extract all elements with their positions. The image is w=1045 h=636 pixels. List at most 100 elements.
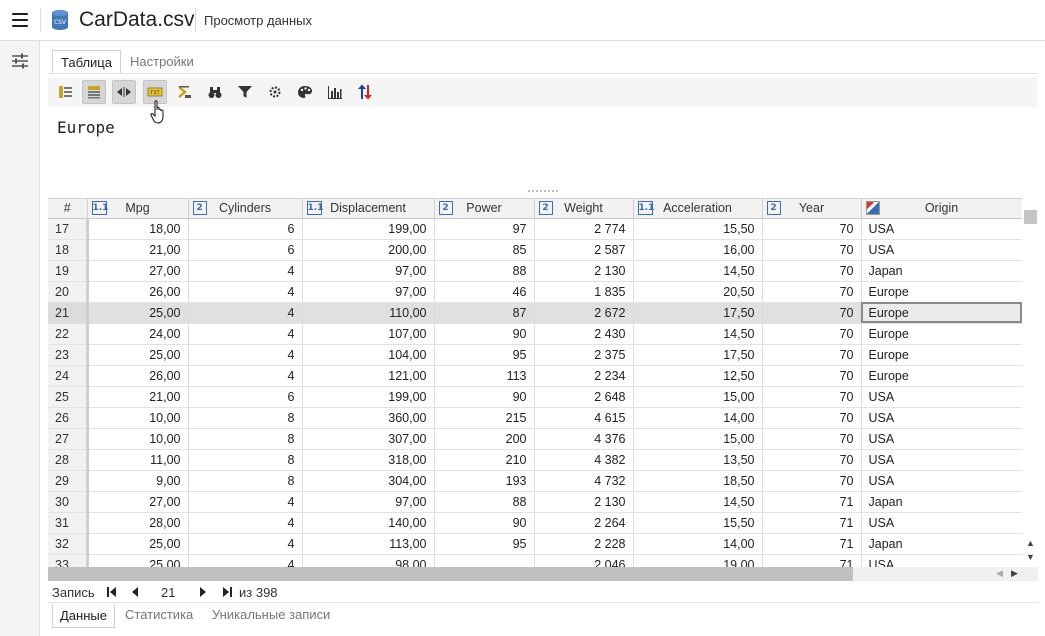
table-cell[interactable]: 88 — [434, 260, 535, 282]
table-row[interactable]: 22 24,00 4 107,00 90 2 430 14,50 70 Europe — [48, 323, 1023, 345]
table-cell[interactable]: 8 — [188, 470, 303, 492]
table-cell[interactable]: 210 — [434, 449, 535, 471]
table-cell[interactable]: 15,50 — [633, 512, 763, 534]
table-cell[interactable]: 70 — [762, 323, 862, 345]
table-cell[interactable]: Europe — [861, 302, 1023, 324]
previous-record-icon[interactable] — [131, 586, 139, 601]
table-cell[interactable]: 1 835 — [534, 281, 634, 303]
table-cell[interactable]: 4 732 — [534, 470, 634, 492]
table-row[interactable]: 18 21,00 6 200,00 85 2 587 16,00 70 USA — [48, 239, 1023, 261]
table-cell[interactable]: 11,00 — [87, 449, 189, 471]
table-row[interactable]: 32 25,00 4 113,00 95 2 228 14,00 71 Japan — [48, 533, 1023, 555]
table-cell[interactable]: Europe — [861, 281, 1023, 303]
table-cell[interactable]: 107,00 — [302, 323, 435, 345]
table-cell[interactable]: 71 — [762, 491, 862, 513]
table-cell[interactable]: 4 — [188, 302, 303, 324]
table-cell[interactable]: 307,00 — [302, 428, 435, 450]
table-cell[interactable]: 20,50 — [633, 281, 763, 303]
table-cell[interactable]: USA — [861, 386, 1023, 408]
table-cell[interactable]: 6 — [188, 239, 303, 261]
table-cell[interactable]: USA — [861, 407, 1023, 429]
table-cell[interactable]: 70 — [762, 218, 862, 240]
table-cell[interactable]: USA — [861, 239, 1023, 261]
column-header[interactable]: 1.1 Displacement — [302, 199, 435, 219]
find-button[interactable] — [203, 80, 227, 104]
sort-button[interactable] — [172, 80, 196, 104]
table-cell[interactable]: 24,00 — [87, 323, 189, 345]
tab-statistics[interactable]: Статистика — [118, 604, 200, 628]
table-cell[interactable]: 110,00 — [302, 302, 435, 324]
table-cell[interactable]: 4 — [188, 260, 303, 282]
current-record-number[interactable]: 21 — [161, 585, 175, 600]
table-cell[interactable]: 4 — [188, 512, 303, 534]
table-cell[interactable]: 14,00 — [633, 533, 763, 555]
table-cell[interactable]: 95 — [434, 344, 535, 366]
table-cell[interactable]: 104,00 — [302, 344, 435, 366]
table-row[interactable]: 19 27,00 4 97,00 88 2 130 14,50 70 Japan — [48, 260, 1023, 282]
table-cell[interactable]: 2 264 — [534, 512, 634, 534]
table-cell[interactable]: 10,00 — [87, 407, 189, 429]
table-cell[interactable]: 15,50 — [633, 218, 763, 240]
table-cell[interactable]: 2 375 — [534, 344, 634, 366]
table-cell[interactable]: 15,00 — [633, 428, 763, 450]
table-cell[interactable]: 70 — [762, 470, 862, 492]
table-cell[interactable]: 27,00 — [87, 491, 189, 513]
table-cell[interactable]: 4 — [188, 344, 303, 366]
sliders-icon[interactable] — [11, 53, 29, 69]
table-cell[interactable]: 70 — [762, 449, 862, 471]
table-cell[interactable]: 2 130 — [534, 260, 634, 282]
filter-button[interactable] — [233, 80, 257, 104]
table-cell[interactable]: 71 — [762, 533, 862, 555]
table-row[interactable]: 23 25,00 4 104,00 95 2 375 17,50 70 Europe — [48, 344, 1023, 366]
menu-icon[interactable] — [12, 13, 28, 27]
table-row[interactable]: 29 9,00 8 304,00 193 4 732 18,50 70 USA — [48, 470, 1023, 492]
column-header[interactable]: 1.1 Mpg — [87, 199, 189, 219]
table-cell[interactable]: 97,00 — [302, 260, 435, 282]
table-cell[interactable]: 2 648 — [534, 386, 634, 408]
columns-button[interactable] — [53, 80, 77, 104]
table-cell[interactable]: 26,00 — [87, 281, 189, 303]
table-cell[interactable]: 27,00 — [87, 260, 189, 282]
table-cell[interactable]: 4 382 — [534, 449, 634, 471]
table-cell[interactable]: Europe — [861, 323, 1023, 345]
table-cell[interactable]: 25,00 — [87, 302, 189, 324]
table-cell[interactable]: 14,50 — [633, 491, 763, 513]
order-button[interactable] — [353, 80, 377, 104]
tab-settings[interactable]: Настройки — [122, 50, 202, 74]
palette-button[interactable] — [293, 80, 317, 104]
table-cell[interactable]: 16,00 — [633, 239, 763, 261]
splitter-handle[interactable] — [528, 190, 558, 194]
column-header[interactable]: 2 Weight — [534, 199, 634, 219]
table-cell[interactable]: 2 774 — [534, 218, 634, 240]
scroll-up-arrow-icon[interactable]: ▲ — [1026, 538, 1035, 548]
header-button[interactable] — [82, 80, 106, 104]
table-cell[interactable]: Japan — [861, 491, 1023, 513]
table-cell[interactable]: USA — [861, 218, 1023, 240]
settings-button[interactable] — [263, 80, 287, 104]
table-cell[interactable]: 17,50 — [633, 344, 763, 366]
table-cell[interactable]: 2 430 — [534, 323, 634, 345]
table-cell[interactable]: 28,00 — [87, 512, 189, 534]
table-cell[interactable]: 13,50 — [633, 449, 763, 471]
table-cell[interactable]: 26,00 — [87, 365, 189, 387]
scrollbar-thumb[interactable] — [1024, 210, 1037, 224]
table-cell[interactable]: 12,50 — [633, 365, 763, 387]
table-cell[interactable]: Europe — [861, 344, 1023, 366]
table-cell[interactable]: 88 — [434, 491, 535, 513]
table-cell[interactable]: 199,00 — [302, 386, 435, 408]
vertical-scrollbar[interactable]: ▲ ▼ — [1022, 198, 1038, 570]
table-row[interactable]: 27 10,00 8 307,00 200 4 376 15,00 70 USA — [48, 428, 1023, 450]
table-cell[interactable]: 8 — [188, 449, 303, 471]
table-cell[interactable]: 18,50 — [633, 470, 763, 492]
table-cell[interactable]: 304,00 — [302, 470, 435, 492]
table-cell[interactable]: 8 — [188, 428, 303, 450]
table-row[interactable]: 26 10,00 8 360,00 215 4 615 14,00 70 USA — [48, 407, 1023, 429]
table-cell[interactable]: 193 — [434, 470, 535, 492]
table-cell[interactable]: 85 — [434, 239, 535, 261]
table-cell[interactable]: 70 — [762, 428, 862, 450]
column-header[interactable]: 1.1 Acceleration — [633, 199, 763, 219]
table-cell[interactable]: 14,00 — [633, 407, 763, 429]
table-cell[interactable]: 21,00 — [87, 386, 189, 408]
table-cell[interactable]: 46 — [434, 281, 535, 303]
table-cell[interactable]: 360,00 — [302, 407, 435, 429]
